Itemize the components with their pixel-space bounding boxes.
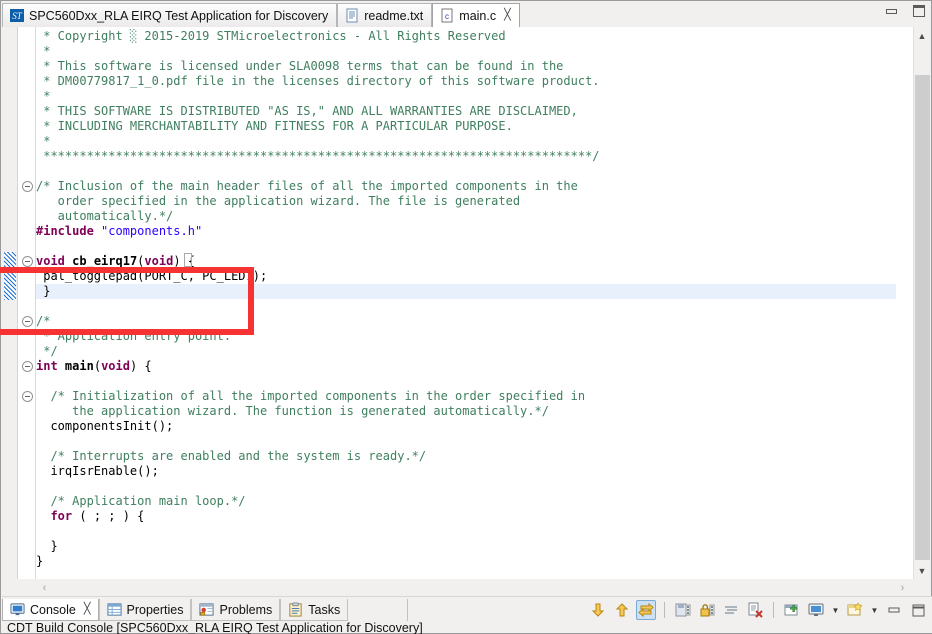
fold-collapse-icon[interactable]: [22, 391, 33, 402]
view-tab-filler: [348, 599, 408, 621]
close-icon[interactable]: ╳: [504, 10, 511, 21]
change-marker: [4, 252, 16, 300]
fold-collapse-icon[interactable]: [22, 316, 33, 327]
vertical-scroll-thumb[interactable]: [915, 75, 930, 560]
pin-console-icon[interactable]: [697, 600, 717, 620]
display-console-icon[interactable]: [806, 600, 826, 620]
editor-tab-label: main.c: [459, 9, 496, 23]
fold-collapse-icon[interactable]: [22, 181, 33, 192]
separator-1: [664, 602, 665, 618]
editor-tab-bar: ST SPC560Dxx_RLA EIRQ Test Application f…: [1, 1, 931, 27]
maximize-view-button[interactable]: [908, 600, 928, 620]
code-line: * This software is licensed under SLA009…: [36, 59, 563, 74]
view-tab-problems[interactable]: Problems: [191, 599, 280, 621]
display-console-dropdown-icon[interactable]: ▼: [830, 600, 841, 620]
fold-collapse-icon[interactable]: [22, 361, 33, 372]
code-line: */: [36, 344, 58, 359]
current-line-highlight: [36, 284, 896, 299]
svg-text:c: c: [445, 12, 449, 21]
horizontal-scrollbar[interactable]: ‹ ›: [2, 579, 930, 597]
code-line: order specified in the application wizar…: [36, 194, 520, 209]
close-icon[interactable]: ╳: [84, 604, 91, 615]
bracket-match-indicator: [184, 253, 192, 267]
properties-icon: [107, 602, 122, 617]
open-console-dropdown-icon[interactable]: ▼: [869, 600, 880, 620]
scroll-lock-icon[interactable]: [636, 600, 656, 620]
code-editor[interactable]: * Copyright ░ 2015-2019 STMicroelectroni…: [2, 27, 930, 597]
code-line: /* Interrupts are enabled and the system…: [36, 449, 426, 464]
code-line: * Application entry point.: [36, 329, 231, 344]
annotation-ruler[interactable]: [2, 27, 18, 579]
code-line: /*: [36, 314, 50, 329]
editor-tab-main-c[interactable]: c main.c ╳: [432, 3, 519, 27]
folding-ruler[interactable]: [19, 27, 35, 579]
code-line: automatically.*/: [36, 209, 173, 224]
new-console-view-icon[interactable]: [782, 600, 802, 620]
clear-console-icon[interactable]: [721, 600, 741, 620]
code-line: pal_togglepad(PORT_C, PC_LED7);: [36, 269, 267, 284]
code-line: /* Initialization of all the imported co…: [36, 389, 585, 404]
code-line: /* Inclusion of the main header files of…: [36, 179, 578, 194]
text-file-icon: [345, 8, 359, 23]
code-line: the application wizard. The function is …: [36, 404, 549, 419]
c-file-icon: c: [440, 8, 454, 23]
code-line: *: [36, 44, 50, 59]
view-tab-label: Properties: [127, 603, 184, 617]
view-tab-console[interactable]: Console ╳: [2, 599, 99, 621]
view-tab-properties[interactable]: Properties: [99, 599, 192, 621]
view-tab-label: Tasks: [308, 603, 340, 617]
code-line: *: [36, 89, 50, 104]
save-console-icon[interactable]: [673, 600, 693, 620]
problems-icon: [199, 602, 214, 617]
code-line: /* Application main loop.*/: [36, 494, 246, 509]
code-line: * Copyright ░ 2015-2019 STMicroelectroni…: [36, 29, 506, 44]
code-line: int main(void) {: [36, 359, 152, 374]
code-line: * INCLUDING MERCHANTABILITY AND FITNESS …: [36, 119, 513, 134]
eclipse-ide-window: ST SPC560Dxx_RLA EIRQ Test Application f…: [0, 0, 932, 634]
console-toolbar: ▼ ▼: [588, 600, 928, 620]
st-logo-icon: ST: [10, 8, 24, 23]
code-line: }: [36, 554, 43, 569]
separator-2: [773, 602, 774, 618]
scroll-down-icon[interactable]: [588, 600, 608, 620]
editor-tab-readme[interactable]: readme.txt: [337, 3, 432, 27]
maximize-button[interactable]: [911, 3, 927, 19]
code-line: irqIsrEnable();: [36, 464, 159, 479]
scroll-left-arrow[interactable]: ‹: [36, 579, 53, 596]
code-text-area[interactable]: * Copyright ░ 2015-2019 STMicroelectroni…: [36, 27, 896, 579]
editor-tab-label: SPC560Dxx_RLA EIRQ Test Application for …: [29, 9, 328, 23]
remove-console-icon[interactable]: [745, 600, 765, 620]
code-line: *: [36, 134, 50, 149]
code-line: * THIS SOFTWARE IS DISTRIBUTED "AS IS," …: [36, 104, 578, 119]
code-line: void cb_eirq17(void) {: [36, 254, 195, 269]
minimize-view-button[interactable]: [884, 600, 904, 620]
scroll-up-icon[interactable]: [612, 600, 632, 620]
open-console-icon[interactable]: [845, 600, 865, 620]
view-tab-label: Console: [30, 603, 76, 617]
scroll-right-arrow[interactable]: ›: [894, 579, 911, 596]
vertical-scrollbar[interactable]: ▲ ▼: [913, 27, 930, 597]
code-line: }: [36, 539, 58, 554]
code-line: * DM00779817_1_0.pdf file in the license…: [36, 74, 600, 89]
view-tab-label: Problems: [219, 603, 272, 617]
code-line: for ( ; ; ) {: [36, 509, 144, 524]
view-tab-list: Console ╳ Properties Problems Tasks: [2, 599, 408, 621]
console-output-line: CDT Build Console [SPC560Dxx_RLA EIRQ Te…: [7, 621, 423, 634]
view-tab-tasks[interactable]: Tasks: [280, 599, 348, 621]
minimize-button[interactable]: [884, 3, 900, 19]
editor-tab-label: readme.txt: [364, 9, 423, 23]
fold-collapse-icon[interactable]: [22, 256, 33, 267]
scroll-down-arrow[interactable]: ▼: [914, 562, 930, 579]
bottom-view-bar: Console ╳ Properties Problems Tasks: [2, 596, 932, 633]
code-line: ****************************************…: [36, 149, 600, 164]
svg-text:ST: ST: [12, 11, 23, 21]
code-line: }: [36, 284, 50, 299]
tasks-icon: [288, 602, 303, 617]
editor-tab-project[interactable]: ST SPC560Dxx_RLA EIRQ Test Application f…: [2, 3, 337, 27]
window-controls: [884, 3, 927, 19]
console-icon: [10, 602, 25, 617]
scroll-up-arrow[interactable]: ▲: [914, 27, 930, 44]
code-line: componentsInit();: [36, 419, 173, 434]
code-line: #include "components.h": [36, 224, 202, 239]
